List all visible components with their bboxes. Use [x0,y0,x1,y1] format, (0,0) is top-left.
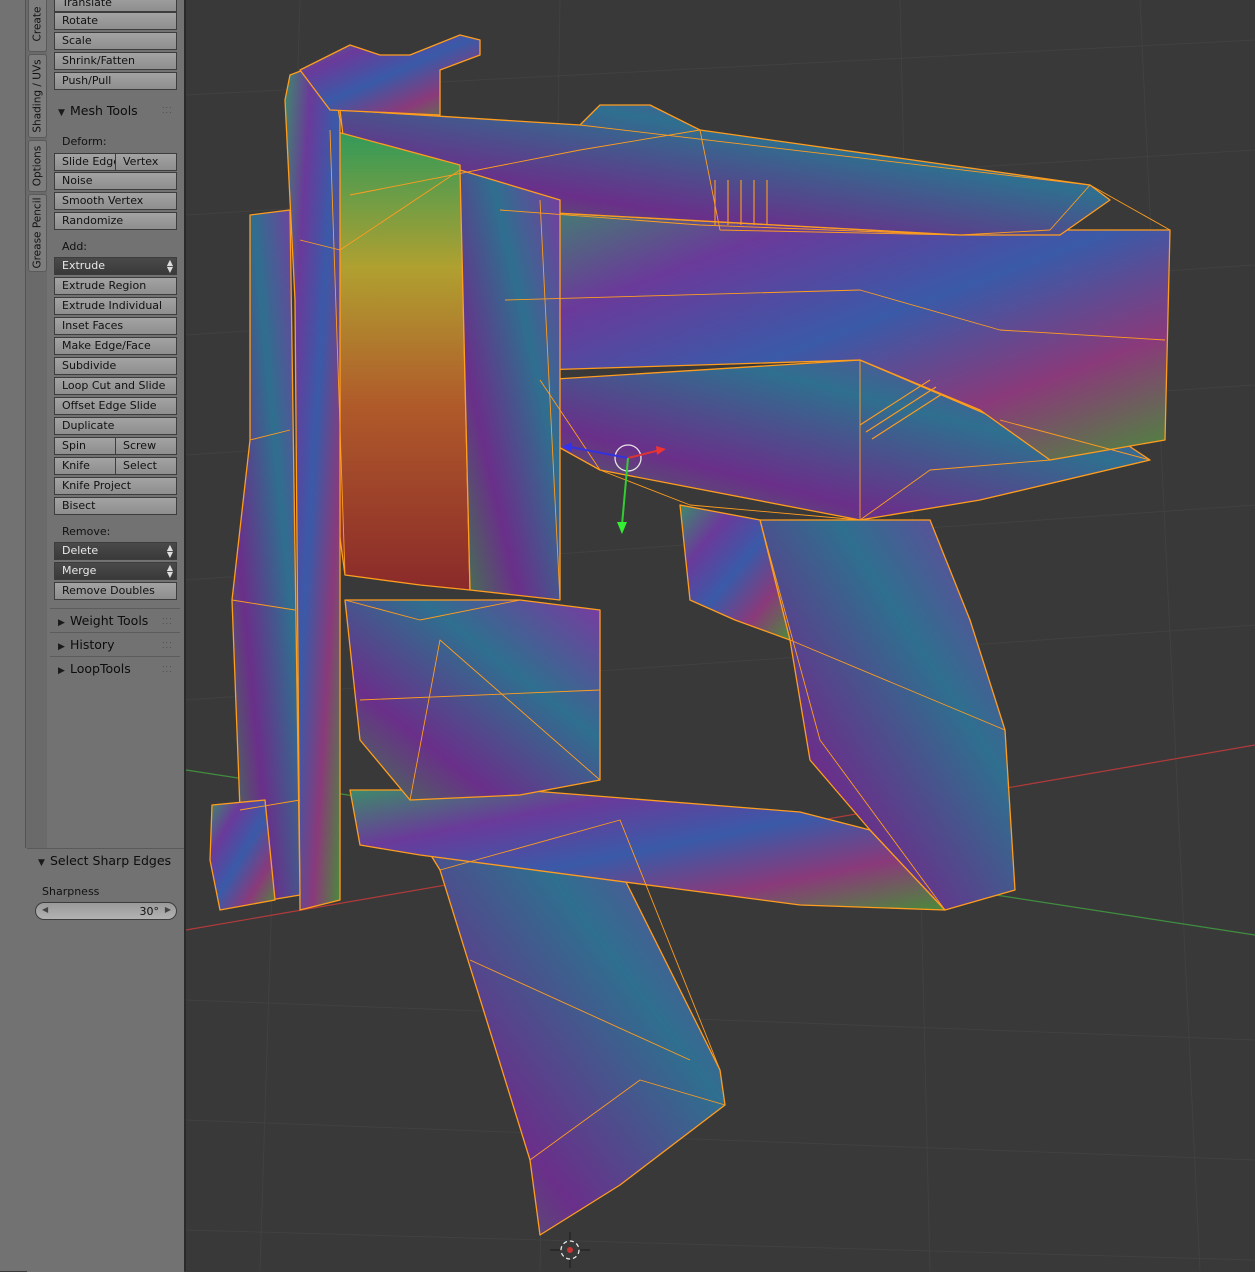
tab-create-label: Create [31,6,44,42]
expand-arrow-icon: ▶ [58,642,65,652]
sharpness-value: 30° [139,905,160,918]
loop-cut-button[interactable]: Loop Cut and Slide [54,377,177,395]
sharpness-label: Sharpness [42,885,100,898]
mesh-tools-title: Mesh Tools [70,103,138,118]
weight-tools-header[interactable]: ▶ Weight Tools [58,613,148,628]
mesh-center-plate [459,169,561,601]
select-sharp-edges-title: Select Sharp Edges [50,853,172,868]
inset-faces-button[interactable]: Inset Faces [54,317,177,335]
extrude-label: Extrude [62,259,106,272]
expand-arrow-icon: ▶ [58,666,65,676]
randomize-button[interactable]: Randomize [54,212,177,230]
slide-vertex-button[interactable]: Vertex [115,153,177,171]
drag-handle-icon[interactable]: ⁚⁚⁚ [162,665,173,674]
knife-button[interactable]: Knife [54,457,116,475]
mesh-hook [299,34,481,116]
decrement-arrow-icon[interactable]: ◀ [42,905,48,914]
smooth-vertex-button[interactable]: Smooth Vertex [54,192,177,210]
drag-handle-icon[interactable]: ⁚⁚⁚ [162,106,173,115]
tool-shelf-tabs: Create Shading / UVs Options Grease Penc… [25,0,47,848]
extrude-menu[interactable]: Extrude ▲ ▼ [54,257,177,275]
select-sharp-edges-header[interactable]: ▼ Select Sharp Edges [38,853,171,868]
tab-options[interactable]: Options [28,140,47,192]
push-pull-button[interactable]: Push/Pull [54,72,177,90]
screw-button[interactable]: Screw [115,437,177,455]
extrude-individual-button[interactable]: Extrude Individual [54,297,177,315]
3d-cursor-icon[interactable] [550,1232,590,1268]
3d-viewport[interactable] [186,0,1255,1271]
looptools-header[interactable]: ▶ LoopTools [58,661,131,676]
panel-divider [50,656,180,657]
collapse-arrow-icon: ▼ [38,858,45,868]
mesh-stock-rear [231,209,301,901]
panel-divider [50,632,180,633]
add-label: Add: [62,240,88,253]
delete-menu[interactable]: Delete ▲ ▼ [54,542,177,560]
drag-handle-icon[interactable]: ⁚⁚⁚ [162,617,173,626]
increment-arrow-icon[interactable]: ▶ [165,905,171,914]
translate-button[interactable]: Translate [54,0,177,12]
shrink-fatten-button[interactable]: Shrink/Fatten [54,52,177,70]
updown-arrows-icon: ▲ ▼ [166,563,173,579]
expand-arrow-icon: ▶ [58,618,65,628]
duplicate-button[interactable]: Duplicate [54,417,177,435]
make-edge-face-button[interactable]: Make Edge/Face [54,337,177,355]
looptools-title: LoopTools [70,661,131,676]
weight-tools-title: Weight Tools [70,613,149,628]
scale-button[interactable]: Scale [54,32,177,50]
deform-label: Deform: [62,135,107,148]
knife-project-button[interactable]: Knife Project [54,477,177,495]
remove-doubles-button[interactable]: Remove Doubles [54,582,177,600]
offset-edge-slide-button[interactable]: Offset Edge Slide [54,397,177,415]
knife-select-button[interactable]: Select [115,457,177,475]
panel-divider [50,608,180,609]
tab-grease-pencil[interactable]: Grease Pencil [28,194,47,272]
merge-menu[interactable]: Merge ▲ ▼ [54,562,177,580]
tab-shading-uvs-label: Shading / UVs [31,59,44,133]
mesh-tools-header[interactable]: ▼ Mesh Tools [58,103,138,118]
subdivide-button[interactable]: Subdivide [54,357,177,375]
collapse-arrow-icon: ▼ [58,108,65,118]
noise-button[interactable]: Noise [54,172,177,190]
drag-handle-icon[interactable]: ⁚⁚⁚ [162,857,173,866]
history-header[interactable]: ▶ History [58,637,114,652]
tab-shading-uvs[interactable]: Shading / UVs [28,54,47,138]
merge-label: Merge [62,564,97,577]
drag-handle-icon[interactable]: ⁚⁚⁚ [162,641,173,650]
sharpness-field[interactable]: ◀ 30° ▶ [35,902,177,920]
history-title: History [70,637,115,652]
mesh-stock-foot [209,799,276,911]
delete-label: Delete [62,544,99,557]
tab-options-label: Options [31,145,44,187]
mesh-object[interactable] [209,34,1171,1236]
tab-create[interactable]: Create [28,0,47,52]
tab-grease-pencil-label: Grease Pencil [31,197,44,269]
bisect-button[interactable]: Bisect [54,497,177,515]
spin-button[interactable]: Spin [54,437,116,455]
extrude-region-button[interactable]: Extrude Region [54,277,177,295]
remove-label: Remove: [62,525,111,538]
mesh-lower-stock [344,599,601,801]
rotate-button[interactable]: Rotate [54,12,177,30]
updown-arrows-icon: ▲ ▼ [166,258,173,274]
gizmo-z-arrow-icon[interactable] [617,522,627,534]
updown-arrows-icon: ▲ ▼ [166,543,173,559]
slide-edge-button[interactable]: Slide Edge [54,153,116,171]
